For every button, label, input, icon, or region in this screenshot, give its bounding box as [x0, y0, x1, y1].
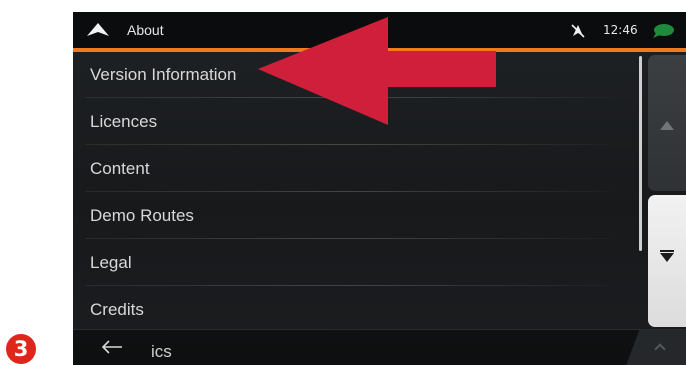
menu-item-demo-routes[interactable]: Demo Routes [73, 193, 638, 239]
back-arrow-icon[interactable] [101, 339, 123, 360]
divider [85, 285, 610, 286]
collapse-button[interactable] [626, 330, 686, 365]
partially-hidden-menu-item-label: ics [151, 342, 172, 361]
clock: 12:46 [603, 23, 638, 37]
scroll-down-icon [660, 253, 674, 262]
menu-item-legal[interactable]: Legal [73, 240, 638, 286]
scrollbar[interactable] [639, 56, 642, 251]
navigation-arrow-icon[interactable] [87, 23, 109, 42]
no-gps-signal-icon [570, 23, 586, 44]
menu-item-label: Demo Routes [90, 206, 194, 225]
message-bubble-icon[interactable] [651, 23, 675, 44]
menu-item-label: Credits [90, 300, 144, 319]
bottom-toolbar: ics [73, 329, 686, 365]
chevron-up-icon [654, 343, 666, 355]
divider [85, 191, 610, 192]
menu-item-label: Licences [90, 112, 158, 131]
menu-item-label: Legal [90, 253, 132, 272]
divider [85, 238, 610, 239]
divider [85, 144, 610, 145]
scroll-up-button[interactable] [648, 55, 686, 191]
scroll-down-bar [660, 250, 674, 252]
step-number-badge: 3 [6, 334, 36, 364]
menu-item-credits[interactable]: Credits [73, 287, 638, 333]
menu-item-label: Content [90, 159, 150, 178]
page-title: About [127, 22, 164, 38]
callout-arrow-icon [258, 17, 496, 125]
scroll-down-button[interactable] [648, 195, 686, 327]
menu-item-label: Version Information [90, 65, 237, 84]
menu-item-content[interactable]: Content [73, 146, 638, 192]
scroll-up-icon [660, 121, 674, 130]
